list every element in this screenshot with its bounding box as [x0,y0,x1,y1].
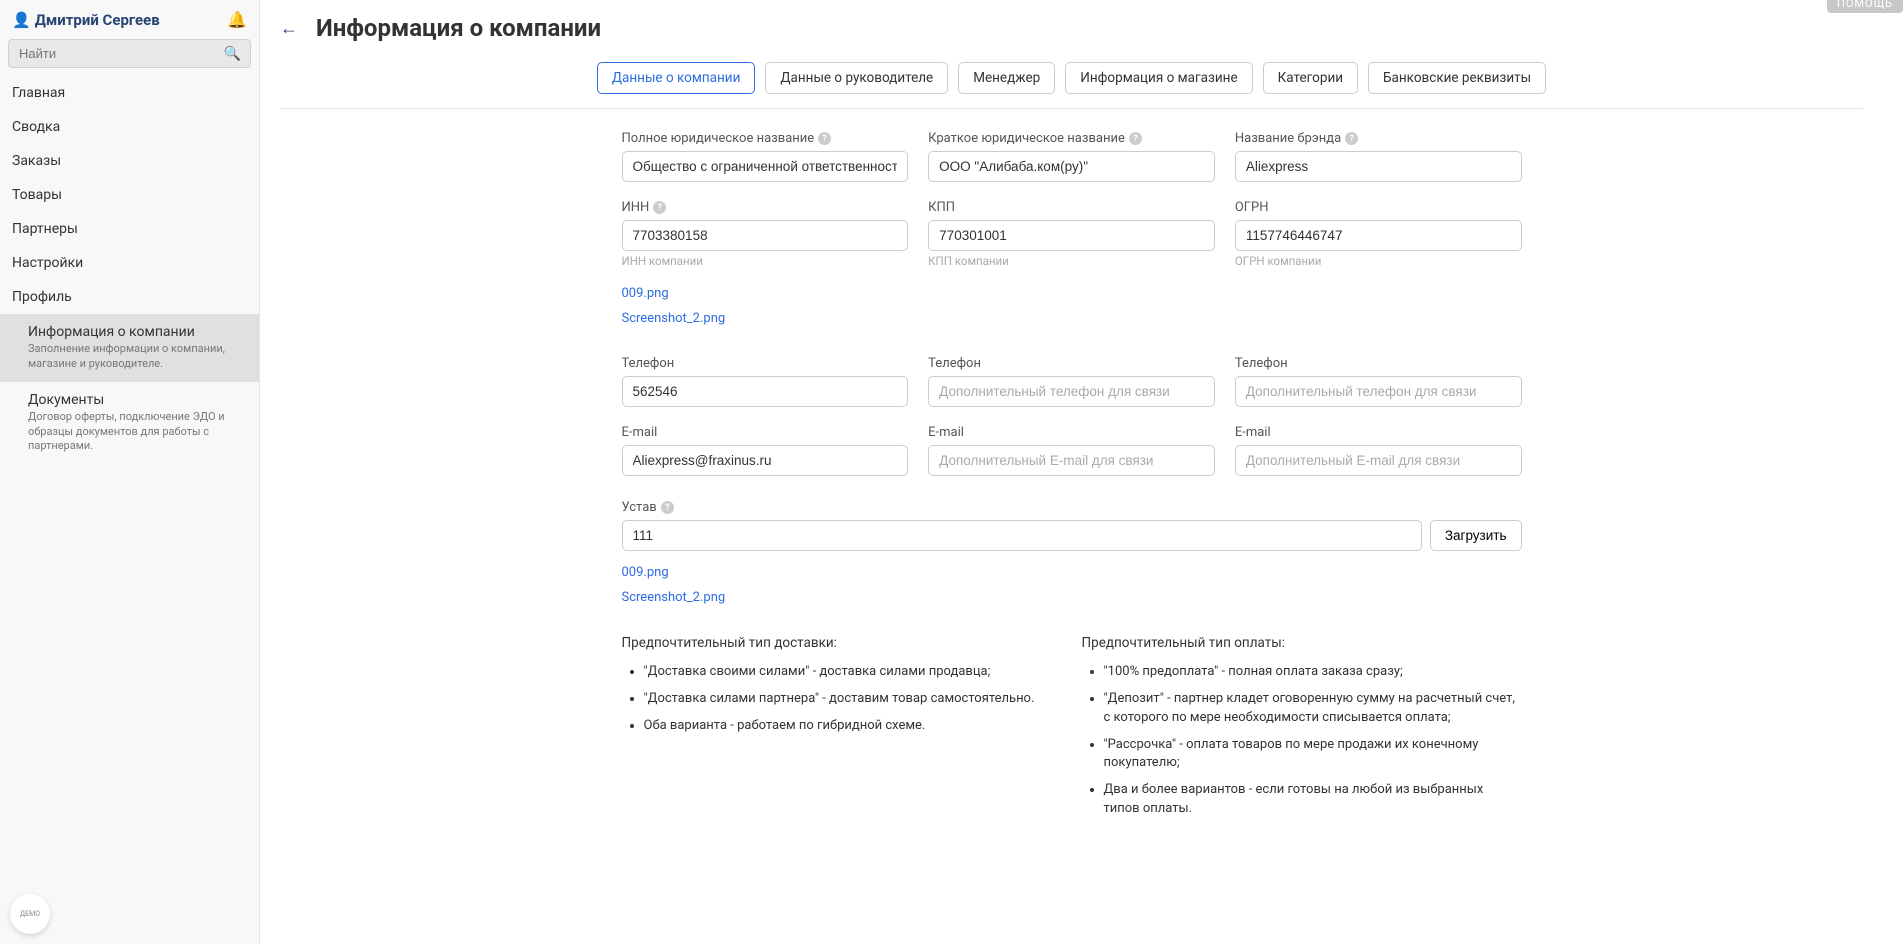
sidebar-sub-documents[interactable]: Документы Договор оферты, подключение ЭД… [0,382,259,465]
label-full-name: Полное юридическое название [622,131,815,146]
input-brand[interactable] [1235,151,1522,182]
label-phone: Телефон [622,356,675,371]
sidebar-sub-company-info[interactable]: Информация о компании Заполнение информа… [0,314,259,382]
label-kpp: КПП [928,200,955,215]
input-phone-1[interactable] [622,376,909,407]
input-email-3[interactable] [1235,445,1522,476]
label-short-name: Краткое юридическое название [928,131,1125,146]
help-icon[interactable]: ? [818,132,831,145]
payment-heading: Предпочтительный тип оплаты: [1082,635,1522,651]
tabs: Данные о компании Данные о руководителе Ме… [280,62,1863,109]
file-link[interactable]: 009.png [622,286,1522,301]
upload-button[interactable]: Загрузить [1430,520,1522,551]
list-item: "Доставка силами партнера" - доставим то… [644,690,1062,709]
nav-item[interactable]: Заказы [0,144,259,178]
sub-title: Документы [28,392,247,408]
input-ustav[interactable] [622,520,1422,551]
demo-badge[interactable]: ДЕМО [10,894,50,934]
nav-item[interactable]: Главная [0,76,259,110]
tab[interactable]: Информация о магазине [1065,62,1252,94]
label-ustav: Устав [622,500,657,515]
list-item: Два и более вариантов - если готовы на л… [1104,781,1522,819]
help-icon[interactable]: ? [1129,132,1142,145]
list-item: "Депозит" - партнер кладет оговоренную с… [1104,690,1522,728]
file-link[interactable]: Screenshot_2.png [622,590,1522,605]
help-icon[interactable]: ? [1345,132,1358,145]
user-name[interactable]: 👤 Дмитрий Сергеев [12,11,160,29]
input-phone-2[interactable] [928,376,1215,407]
label-brand: Название брэнда [1235,131,1341,146]
user-name-text: Дмитрий Сергеев [35,11,160,29]
tab[interactable]: Категории [1263,62,1358,94]
input-ogrn[interactable] [1235,220,1522,251]
nav-item[interactable]: Сводка [0,110,259,144]
sub-desc: Договор оферты, подключение ЭДО и образц… [28,410,247,455]
nav-item[interactable]: Настройки [0,246,259,280]
search-icon[interactable]: 🔍 [224,46,241,62]
hint-kpp: КПП компании [928,254,1215,268]
label-email: E-mail [622,425,658,440]
list-item: "100% предоплата" - полная оплата заказа… [1104,663,1522,682]
sidebar-header: 👤 Дмитрий Сергеев 🔔 [0,0,259,39]
input-kpp[interactable] [928,220,1215,251]
user-icon: 👤 [12,11,31,29]
input-email-1[interactable] [622,445,909,476]
label-email: E-mail [928,425,964,440]
hint-ogrn: ОГРН компании [1235,254,1522,268]
file-link[interactable]: 009.png [622,565,1522,580]
search-input[interactable] [8,39,251,68]
input-full-name[interactable] [622,151,909,182]
label-inn: ИНН [622,200,650,215]
main-content: ПОМОЩЬ ← Информация о компании Данные о … [260,0,1903,944]
back-icon[interactable]: ← [280,18,298,39]
input-inn[interactable] [622,220,909,251]
tab[interactable]: Данные о руководителе [765,62,948,94]
bell-icon[interactable]: 🔔 [227,10,247,29]
tab[interactable]: Данные о компании [597,62,755,94]
sidebar: 👤 Дмитрий Сергеев 🔔 🔍 ГлавнаяСводкаЗаказ… [0,0,260,944]
nav-item[interactable]: Профиль [0,280,259,314]
hint-inn: ИНН компании [622,254,909,268]
payment-list: "100% предоплата" - полная оплата заказа… [1082,663,1522,819]
list-item: "Рассрочка" - оплата товаров по мере про… [1104,736,1522,774]
label-phone: Телефон [928,356,981,371]
page-title: Информация о компании [316,14,601,42]
sub-title: Информация о компании [28,324,247,340]
label-phone: Телефон [1235,356,1288,371]
nav-item[interactable]: Товары [0,178,259,212]
help-icon[interactable]: ? [661,501,674,514]
label-ogrn: ОГРН [1235,200,1269,215]
sub-desc: Заполнение информации о компании, магази… [28,342,247,372]
input-phone-3[interactable] [1235,376,1522,407]
nav-item[interactable]: Партнеры [0,212,259,246]
input-short-name[interactable] [928,151,1215,182]
file-link[interactable]: Screenshot_2.png [622,311,1522,326]
label-email: E-mail [1235,425,1271,440]
delivery-heading: Предпочтительный тип доставки: [622,635,1062,651]
help-icon[interactable]: ? [653,201,666,214]
sidebar-nav: ГлавнаяСводкаЗаказыТоварыПартнерыНастрой… [0,76,259,314]
help-button[interactable]: ПОМОЩЬ [1827,0,1903,13]
tab[interactable]: Менеджер [958,62,1055,94]
list-item: Оба варианта - работаем по гибридной схе… [644,717,1062,736]
list-item: "Доставка своими силами" - доставка сила… [644,663,1062,682]
delivery-list: "Доставка своими силами" - доставка сила… [622,663,1062,736]
tab[interactable]: Банковские реквизиты [1368,62,1546,94]
input-email-2[interactable] [928,445,1215,476]
